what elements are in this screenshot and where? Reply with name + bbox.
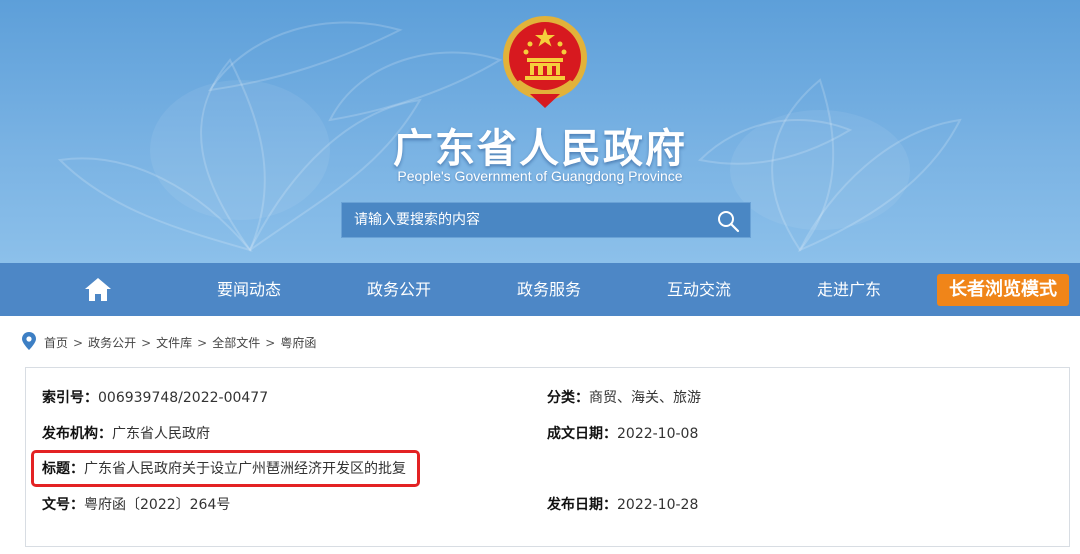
published-date-value: 2022-10-28: [617, 497, 699, 513]
site-title: 广东省人民政府: [393, 126, 687, 172]
main-nav: 要闻动态 政务公开 政务服务 互动交流 走进广东 长者浏览模式: [0, 263, 1080, 316]
location-pin-icon: [22, 332, 36, 350]
breadcrumb-all-files[interactable]: 全部文件: [212, 336, 260, 350]
breadcrumb-separator: >: [141, 336, 152, 350]
created-date-field: 成文日期：2022-10-08: [547, 423, 698, 443]
elder-mode-button[interactable]: 长者浏览模式: [937, 274, 1069, 306]
search-input[interactable]: [342, 203, 714, 237]
category-value: 商贸、海关、旅游: [589, 390, 701, 406]
search-icon[interactable]: [716, 209, 740, 233]
issuer-field: 发布机构：广东省人民政府: [42, 423, 210, 443]
nav-item-services[interactable]: 政务服务: [517, 263, 581, 316]
breadcrumb-separator: >: [197, 336, 208, 350]
category-field: 分类：商贸、海关、旅游: [547, 387, 701, 407]
document-number-value: 粤府函〔2022〕264号: [84, 497, 231, 513]
published-date-field: 发布日期：2022-10-28: [547, 494, 698, 514]
national-emblem-icon: [503, 16, 587, 108]
document-number-label: 文号：: [42, 497, 84, 513]
breadcrumb-file-library[interactable]: 文件库: [156, 336, 192, 350]
issuer-label: 发布机构：: [42, 426, 112, 442]
nav-item-gov-affairs[interactable]: 政务公开: [367, 263, 431, 316]
published-date-label: 发布日期：: [547, 497, 617, 513]
created-date-label: 成文日期：: [547, 426, 617, 442]
site-subtitle: People's Government of Guangdong Provinc…: [397, 168, 683, 184]
index-number-field: 索引号：006939748/2022-00477: [42, 387, 268, 407]
issuer-value: 广东省人民政府: [112, 426, 210, 442]
breadcrumb-separator: >: [73, 336, 84, 350]
index-number-label: 索引号：: [42, 390, 98, 406]
nav-item-about[interactable]: 走进广东: [817, 263, 881, 316]
breadcrumb-separator: >: [265, 336, 276, 350]
home-icon[interactable]: [84, 276, 112, 302]
created-date-value: 2022-10-08: [617, 426, 699, 442]
header-banner: 广东省人民政府 People's Government of Guangdong…: [0, 0, 1080, 263]
breadcrumb-home[interactable]: 首页: [44, 336, 68, 350]
document-number-field: 文号：粤府函〔2022〕264号: [42, 494, 230, 514]
category-label: 分类：: [547, 390, 589, 406]
breadcrumb-gov-affairs[interactable]: 政务公开: [88, 336, 136, 350]
search-bar: [341, 202, 751, 238]
index-number-value: 006939748/2022-00477: [98, 390, 269, 406]
title-highlight-box: [31, 450, 420, 487]
nav-item-news[interactable]: 要闻动态: [217, 263, 281, 316]
breadcrumb-current[interactable]: 粤府函: [280, 336, 316, 350]
nav-item-interaction[interactable]: 互动交流: [667, 263, 731, 316]
